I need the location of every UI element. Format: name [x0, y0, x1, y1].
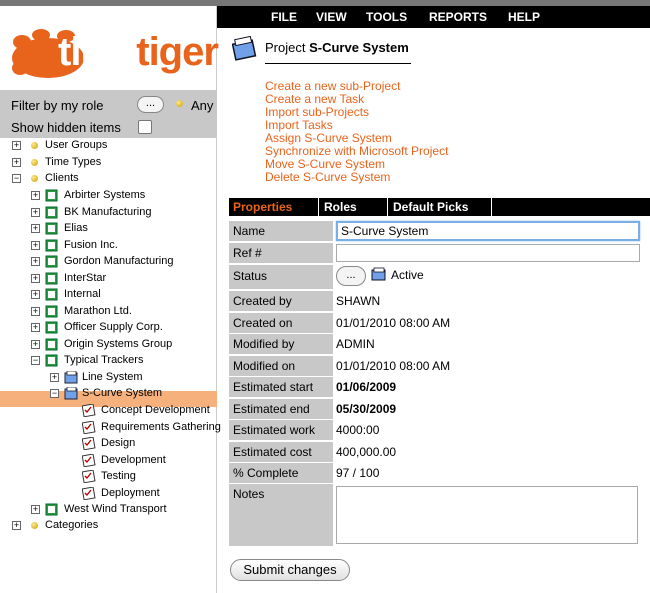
- modified-on-label: Modified on: [229, 356, 333, 376]
- created-by-label: Created by: [229, 291, 333, 311]
- role-picker-button[interactable]: ...: [137, 96, 164, 113]
- tab-divider: [491, 198, 492, 216]
- client-book-icon: [45, 305, 58, 317]
- client-book-icon: [45, 222, 58, 235]
- client-book-icon: [45, 288, 58, 301]
- collapse-icon[interactable]: −: [12, 174, 21, 183]
- navigation-panel: timetiger Filter by my role ... Any Show…: [0, 6, 221, 593]
- expand-icon[interactable]: +: [50, 373, 59, 382]
- expand-icon[interactable]: +: [31, 290, 40, 299]
- bullet-icon: [31, 159, 38, 166]
- ref-label: Ref #: [229, 243, 333, 263]
- collapse-icon[interactable]: −: [31, 356, 40, 365]
- show-hidden-checkbox[interactable]: [138, 120, 152, 134]
- estimated-cost-value: 400,000.00: [336, 445, 397, 459]
- title-divider: [265, 63, 411, 64]
- tab-divider: [387, 198, 388, 216]
- timetiger-logo: timetiger: [8, 28, 219, 86]
- task-checklist-icon: [82, 404, 96, 417]
- menu-help[interactable]: HELP: [508, 10, 540, 24]
- page-title: Project S-Curve System: [265, 40, 409, 55]
- expand-icon[interactable]: +: [31, 224, 40, 233]
- bullet-icon: [31, 522, 38, 529]
- name-label: Name: [229, 221, 333, 241]
- client-book-icon: [45, 503, 58, 516]
- expand-icon[interactable]: +: [31, 323, 40, 332]
- task-checklist-icon: [82, 486, 96, 500]
- status-project-icon: [371, 267, 386, 281]
- bullet-icon: [31, 175, 38, 182]
- percent-complete-label: % Complete: [229, 463, 333, 483]
- notes-label: Notes: [229, 484, 333, 546]
- client-book-icon: [45, 338, 58, 350]
- project-icon: [232, 36, 257, 61]
- bullet-icon: [31, 142, 38, 149]
- expand-icon[interactable]: +: [12, 521, 21, 530]
- estimated-cost-label: Estimated cost: [229, 442, 333, 462]
- expand-icon[interactable]: +: [31, 207, 40, 217]
- task-checklist-icon: [82, 453, 96, 467]
- modified-by-value: ADMIN: [336, 337, 375, 351]
- project-icon: [64, 387, 78, 400]
- menu-tools[interactable]: TOOLS: [366, 10, 407, 24]
- task-checklist-icon: [82, 470, 96, 483]
- expand-icon[interactable]: +: [31, 240, 40, 250]
- show-hidden-label: Show hidden items: [11, 120, 121, 135]
- tab-roles[interactable]: Roles: [324, 198, 357, 216]
- menu-reports[interactable]: REPORTS: [429, 10, 487, 24]
- estimated-start-value: 01/06/2009: [336, 380, 397, 394]
- expand-icon[interactable]: +: [31, 273, 40, 283]
- expand-icon[interactable]: +: [12, 141, 21, 150]
- delete-link[interactable]: Delete S-Curve System: [265, 171, 390, 184]
- name-field[interactable]: [336, 221, 640, 241]
- expand-icon[interactable]: +: [12, 158, 21, 167]
- expand-icon[interactable]: +: [31, 505, 40, 514]
- expand-icon[interactable]: +: [31, 257, 40, 266]
- tab-properties[interactable]: Properties: [233, 198, 292, 216]
- role-bullet-icon: [176, 100, 183, 107]
- status-label: Status: [229, 265, 333, 289]
- notes-field[interactable]: [336, 486, 638, 544]
- expand-icon[interactable]: +: [31, 339, 40, 349]
- submit-changes-button[interactable]: Submit changes: [230, 559, 350, 581]
- status-value: Active: [391, 268, 424, 282]
- collapse-icon[interactable]: −: [50, 389, 59, 398]
- estimated-end-value: 05/30/2009: [336, 402, 397, 416]
- tab-default-picks[interactable]: Default Picks: [393, 198, 468, 216]
- created-on-value: 01/01/2010 08:00 AM: [336, 316, 451, 330]
- status-picker-button[interactable]: ...: [336, 266, 366, 286]
- modified-by-label: Modified by: [229, 334, 333, 354]
- estimated-work-label: Estimated work: [229, 420, 333, 440]
- client-book-icon: [45, 354, 58, 367]
- client-book-icon: [45, 189, 58, 202]
- filter-role-label: Filter by my role: [11, 98, 104, 113]
- client-book-icon: [45, 272, 58, 284]
- menu-bar: FILE VIEW TOOLS REPORTS HELP: [217, 6, 650, 28]
- ref-field[interactable]: [336, 244, 640, 262]
- menu-file[interactable]: FILE: [271, 10, 297, 24]
- created-on-label: Created on: [229, 313, 333, 333]
- estimated-work-value: 4000:00: [336, 423, 380, 437]
- estimated-end-label: Estimated end: [229, 399, 333, 419]
- client-book-icon: [45, 321, 58, 334]
- task-checklist-icon: [82, 437, 96, 450]
- filter-box: Filter by my role ... Any Show hidden it…: [0, 90, 217, 138]
- logo-wordmark: timetiger: [58, 30, 219, 74]
- tab-divider: [318, 198, 319, 216]
- expand-icon[interactable]: +: [31, 191, 40, 200]
- project-icon: [64, 371, 78, 384]
- client-book-icon: [45, 255, 58, 268]
- task-checklist-icon: [82, 420, 96, 434]
- client-book-icon: [45, 206, 58, 218]
- role-value: Any: [191, 98, 214, 113]
- percent-complete-value: 97 / 100: [336, 466, 380, 480]
- expand-icon[interactable]: +: [31, 306, 40, 316]
- client-book-icon: [45, 239, 58, 251]
- tab-bar: Properties Roles Default Picks: [229, 198, 650, 216]
- estimated-start-label: Estimated start: [229, 377, 333, 397]
- menu-view[interactable]: VIEW: [316, 10, 347, 24]
- modified-on-value: 01/01/2010 08:00 AM: [336, 359, 451, 373]
- created-by-value: SHAWN: [336, 294, 381, 308]
